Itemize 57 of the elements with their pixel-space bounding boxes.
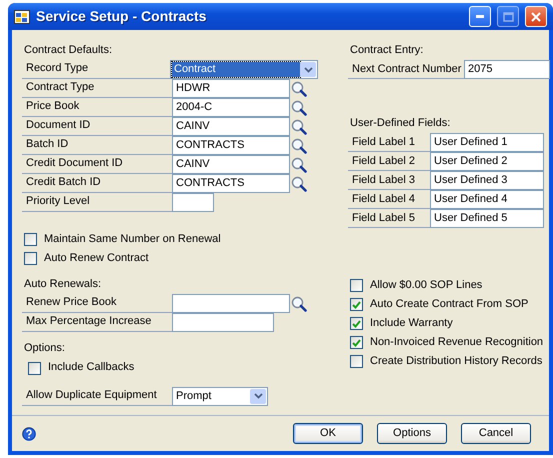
checkbox[interactable] — [350, 355, 363, 368]
minimize-button[interactable] — [469, 6, 491, 27]
dialog-button[interactable]: Options — [377, 423, 447, 444]
minimize-icon — [476, 15, 484, 18]
section-heading: User-Defined Fields: — [349, 117, 450, 132]
input-field[interactable] — [172, 294, 290, 314]
input-field[interactable]: User Defined 4 — [430, 190, 544, 210]
search-icon[interactable] — [290, 294, 307, 314]
checkbox-label: Include Callbacks — [48, 361, 134, 375]
close-button[interactable] — [525, 6, 547, 27]
input-field[interactable]: CAINV — [172, 155, 290, 174]
checkbox[interactable] — [28, 362, 41, 375]
dropdown-field[interactable]: Prompt — [172, 386, 268, 406]
checkbox[interactable] — [350, 317, 363, 330]
search-icon[interactable] — [290, 79, 307, 98]
help-icon[interactable] — [22, 426, 36, 440]
checkbox-label: Allow $0.00 SOP Lines — [370, 279, 482, 292]
search-icon[interactable] — [290, 117, 307, 136]
checkbox-label: Create Distribution History Records — [370, 355, 542, 368]
section-heading: Contract Entry: — [349, 44, 424, 58]
input-field[interactable]: User Defined 5 — [430, 209, 544, 228]
checkbox-label: Auto Renew Contract — [44, 252, 149, 266]
checkbox[interactable] — [350, 279, 363, 292]
input-field[interactable]: User Defined 3 — [430, 171, 544, 190]
checkbox-label: Non-Invoiced Revenue Recognition — [370, 336, 544, 350]
input-field[interactable]: HDWR — [172, 79, 290, 98]
input-field[interactable]: CAINV — [172, 117, 290, 136]
input-field[interactable] — [172, 313, 274, 332]
checkbox[interactable] — [350, 298, 363, 312]
input-field[interactable]: 2004-C — [172, 98, 290, 118]
input-field[interactable]: CONTRACTS — [172, 174, 290, 194]
checkbox-label: Include Warranty — [370, 317, 453, 330]
section-heading: Auto Renewals: — [23, 278, 102, 292]
close-icon — [531, 12, 541, 22]
input-field[interactable]: 2075 — [464, 60, 550, 80]
dropdown-field[interactable]: Contract — [170, 60, 318, 80]
input-field[interactable]: User Defined 2 — [430, 152, 544, 172]
input-field[interactable] — [172, 193, 214, 212]
maximize-icon — [502, 12, 514, 22]
checkbox-label: Maintain Same Number on Renewal — [44, 233, 221, 246]
section-heading: Contract Defaults: — [23, 44, 112, 58]
section-heading: Options: — [23, 342, 65, 356]
search-icon[interactable] — [290, 174, 307, 194]
search-icon[interactable] — [290, 155, 307, 174]
input-field[interactable]: User Defined 1 — [430, 133, 544, 152]
checkbox[interactable] — [24, 252, 37, 266]
dialog-button[interactable]: Cancel — [461, 423, 531, 444]
search-icon[interactable] — [290, 98, 307, 118]
window-title: Service Setup - Contracts — [36, 8, 208, 25]
checkbox-label: Auto Create Contract From SOP — [370, 298, 528, 312]
checkbox[interactable] — [350, 336, 363, 350]
maximize-button[interactable] — [497, 6, 519, 27]
search-icon[interactable] — [290, 136, 307, 156]
input-field[interactable]: CONTRACTS — [172, 136, 290, 156]
checkbox[interactable] — [24, 233, 37, 246]
dialog-button[interactable]: OK — [293, 423, 363, 444]
app-icon — [14, 10, 30, 24]
